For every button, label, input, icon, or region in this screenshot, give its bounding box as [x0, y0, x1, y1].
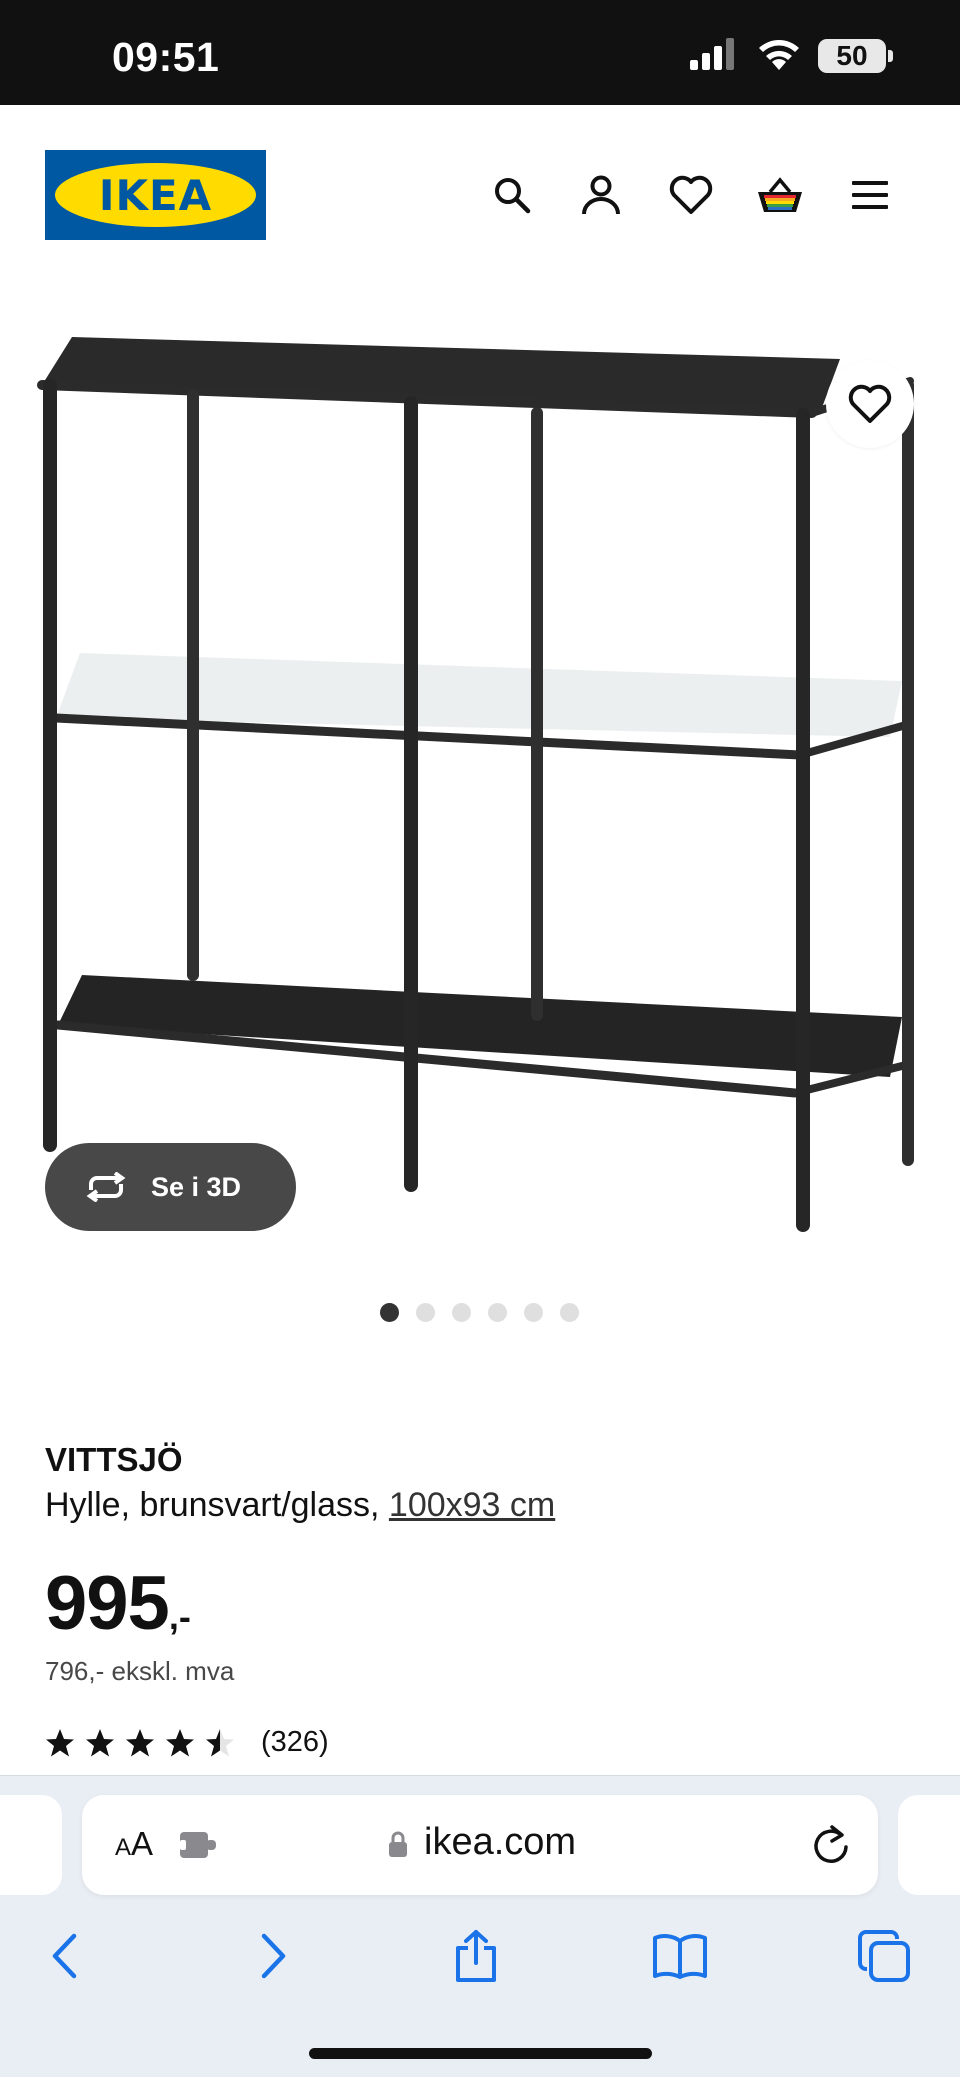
- search-icon[interactable]: [487, 170, 537, 220]
- menu-icon[interactable]: [845, 170, 895, 220]
- battery-level: 50: [836, 40, 868, 71]
- rating-stars: [45, 1728, 235, 1758]
- product-image[interactable]: [0, 285, 960, 1275]
- wifi-icon: [759, 40, 799, 70]
- browser-toolbar: AA ikea.com: [0, 1775, 960, 2077]
- next-tab-card[interactable]: [898, 1795, 960, 1895]
- browser-nav-row: [0, 1926, 960, 1996]
- reader-settings-button[interactable]: AA: [115, 1825, 153, 1863]
- carousel-dot[interactable]: [560, 1303, 579, 1322]
- rotate-3d-icon: [86, 1172, 126, 1202]
- reload-icon[interactable]: [810, 1823, 852, 1867]
- price-excl-vat: 796,- ekskl. mva: [45, 1656, 235, 1686]
- product-description: Hylle, brunsvart/glass, 100x93 cm: [45, 1486, 555, 1525]
- cellular-signal-icon: [690, 38, 734, 70]
- carousel-dot[interactable]: [524, 1303, 543, 1322]
- carousel-dot[interactable]: [488, 1303, 507, 1322]
- address-bar[interactable]: AA ikea.com: [82, 1795, 878, 1895]
- carousel-dot[interactable]: [416, 1303, 435, 1322]
- view-in-3d-button[interactable]: Se i 3D: [45, 1143, 296, 1231]
- url-text: ikea.com: [424, 1821, 577, 1863]
- extension-icon[interactable]: [178, 1827, 218, 1863]
- view-3d-label: Se i 3D: [151, 1171, 242, 1202]
- carousel-dot[interactable]: [380, 1303, 399, 1322]
- lock-icon: [389, 1831, 407, 1857]
- previous-tab-card[interactable]: [0, 1795, 62, 1895]
- forward-arrow-icon[interactable]: [244, 1926, 304, 1986]
- save-to-favorites-button[interactable]: [826, 360, 914, 448]
- bookmarks-icon[interactable]: [650, 1926, 710, 1986]
- product-price: 995,-: [45, 1560, 191, 1647]
- image-carousel-dots: [380, 1303, 580, 1323]
- star-half-icon: [206, 1728, 234, 1756]
- back-arrow-icon[interactable]: [34, 1926, 94, 1986]
- profile-icon[interactable]: [576, 170, 626, 220]
- site-header: IKEA: [0, 105, 960, 285]
- basket-icon[interactable]: [755, 170, 805, 220]
- logo-oval: IKEA: [55, 163, 256, 227]
- price-value: 995: [45, 1561, 170, 1646]
- ikea-logo[interactable]: IKEA: [45, 150, 266, 240]
- carousel-dot[interactable]: [452, 1303, 471, 1322]
- price-suffix: ,-: [168, 1596, 191, 1637]
- share-icon[interactable]: [446, 1926, 506, 1986]
- battery-indicator: 50: [818, 39, 893, 73]
- star-full-icon: [126, 1728, 154, 1756]
- product-size-link[interactable]: 100x93 cm: [389, 1486, 555, 1524]
- heart-icon[interactable]: [666, 170, 716, 220]
- status-time: 09:51: [112, 34, 220, 80]
- star-full-icon: [86, 1728, 114, 1756]
- tabs-icon[interactable]: [854, 1926, 914, 1986]
- star-full-icon: [46, 1728, 74, 1756]
- star-full-icon: [166, 1728, 194, 1756]
- product-rating[interactable]: (326): [45, 1726, 329, 1759]
- review-count: (326): [261, 1726, 329, 1758]
- status-bar: 09:51 50: [0, 0, 960, 105]
- heart-outline-icon: [848, 384, 892, 423]
- product-type-color: Hylle, brunsvart/glass,: [45, 1486, 389, 1524]
- home-indicator: [309, 2048, 652, 2059]
- product-name: VITTSJÖ: [45, 1441, 183, 1478]
- logo-text: IKEA: [98, 170, 213, 220]
